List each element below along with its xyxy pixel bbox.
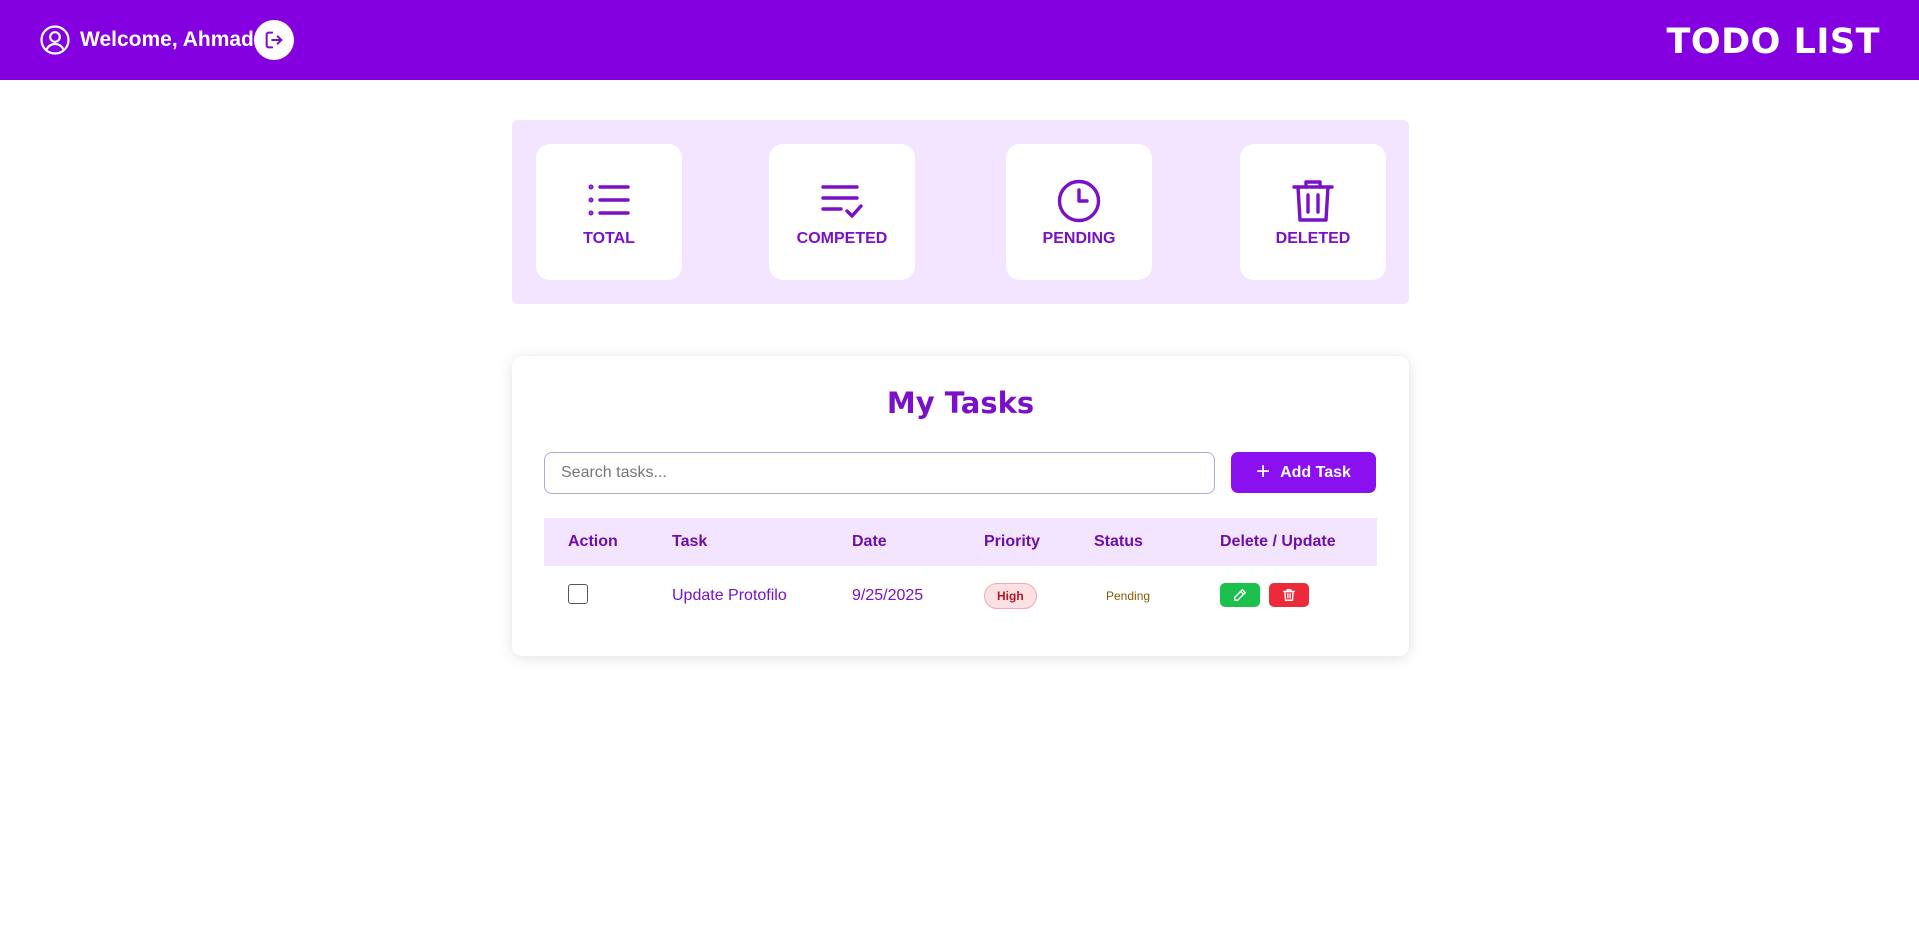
tasks-title: My Tasks (886, 386, 1035, 420)
stat-label-total: TOTAL (583, 230, 635, 247)
list-icon (588, 184, 630, 216)
plus-icon: + (1256, 457, 1271, 485)
user-circle-icon (39, 24, 71, 56)
add-task-label: Add Task (1280, 463, 1351, 481)
column-header-actions: Delete / Update (1220, 533, 1336, 550)
welcome-text: Welcome, Ahmad (80, 28, 254, 51)
table-header: Action Task Date Priority Status Delete … (544, 518, 1377, 566)
logout-button[interactable] (254, 20, 294, 60)
welcome-area: Welcome, Ahmad (39, 20, 254, 60)
stat-card-completed[interactable]: COMPETED (769, 144, 915, 280)
column-header-date: Date (852, 533, 887, 550)
column-header-priority: Priority (984, 533, 1041, 550)
column-header-status: Status (1094, 533, 1143, 550)
trash-icon (1282, 588, 1296, 602)
top-bar: Welcome, Ahmad TODO LIST (0, 0, 1919, 80)
column-header-task: Task (672, 533, 708, 550)
task-complete-checkbox[interactable] (568, 584, 588, 604)
task-name: Update Protofilo (672, 587, 787, 604)
stat-label-pending: PENDING (1042, 230, 1116, 247)
trash-icon (1292, 180, 1334, 222)
clock-icon (1057, 179, 1101, 223)
pencil-icon (1233, 588, 1247, 602)
stat-card-pending[interactable]: PENDING (1006, 144, 1152, 280)
add-task-button[interactable]: + Add Task (1231, 452, 1376, 493)
stat-label-deleted: DELETED (1275, 230, 1351, 247)
list-check-icon (821, 185, 863, 218)
stats-panel: TOTAL COMPETED PENDING DELETED (512, 120, 1409, 304)
delete-task-button[interactable] (1269, 583, 1309, 607)
search-input[interactable] (544, 452, 1215, 494)
tasks-panel: My Tasks + Add Task Action Task Date Pri… (512, 356, 1409, 656)
table-row: Update Protofilo 9/25/2025 High Pending (544, 566, 1377, 626)
logout-icon (263, 29, 285, 51)
priority-badge: High (984, 583, 1037, 609)
task-date: 9/25/2025 (852, 587, 924, 604)
edit-task-button[interactable] (1220, 583, 1260, 607)
column-header-action: Action (568, 533, 618, 550)
stat-card-deleted[interactable]: DELETED (1240, 144, 1386, 280)
stat-label-completed: COMPETED (796, 230, 888, 247)
stat-card-total[interactable]: TOTAL (536, 144, 682, 280)
status-text: Pending (1106, 589, 1151, 603)
app-title: TODO LIST (1666, 22, 1880, 62)
